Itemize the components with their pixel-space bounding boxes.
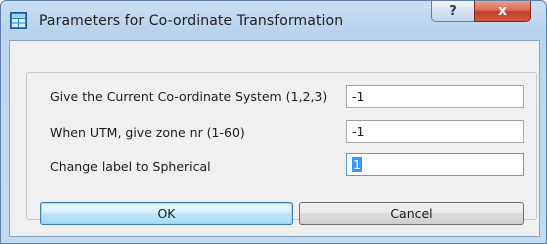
utm-zone-input[interactable]: -1 xyxy=(346,120,524,143)
ok-button-label: OK xyxy=(157,206,176,221)
ok-button[interactable]: OK xyxy=(40,202,293,225)
cancel-button-label: Cancel xyxy=(390,206,433,221)
question-mark-icon: ? xyxy=(449,3,457,19)
close-button[interactable]: x xyxy=(474,1,531,22)
title-bar[interactable]: Parameters for Co-ordinate Transformatio… xyxy=(1,1,546,41)
spherical-label-input[interactable]: 1 xyxy=(346,153,524,176)
grid-window-icon xyxy=(10,12,27,29)
dialog-window: Parameters for Co-ordinate Transformatio… xyxy=(0,0,547,244)
current-coordinate-system-input[interactable]: -1 xyxy=(346,85,524,108)
help-button[interactable]: ? xyxy=(431,1,475,22)
window-title: Parameters for Co-ordinate Transformatio… xyxy=(39,13,344,29)
close-icon: x xyxy=(497,3,508,19)
current-coordinate-system-label: Give the Current Co-ordinate System (1,2… xyxy=(50,89,328,104)
spherical-label-label: Change label to Spherical xyxy=(50,159,211,174)
utm-zone-label: When UTM, give zone nr (1-60) xyxy=(50,125,245,140)
dialog-body: Give the Current Co-ordinate System (1,2… xyxy=(9,40,540,237)
cancel-button[interactable]: Cancel xyxy=(299,202,524,225)
selected-text: 1 xyxy=(352,157,362,172)
